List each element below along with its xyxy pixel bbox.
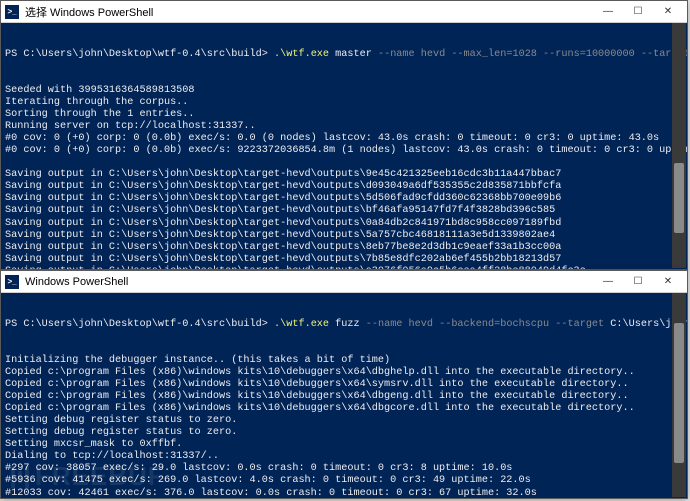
output-line: Saving output in C:\Users\john\Desktop\t… xyxy=(5,205,683,217)
cmd-exe: .\wtf.exe xyxy=(274,319,329,330)
output-line: Running server on tcp://localhost:31337.… xyxy=(5,121,683,133)
powershell-window-master: >_ 选择 Windows PowerShell — ☐ ✕ PS C:\Use… xyxy=(0,0,688,270)
output-line: Saving output in C:\Users\john\Desktop\t… xyxy=(5,181,683,193)
output-line: Saving output in C:\Users\john\Desktop\t… xyxy=(5,218,683,230)
output-line: #5936 cov: 41475 exec/s: 269.0 lastcov: … xyxy=(5,475,683,487)
output-line: Saving output in C:\Users\john\Desktop\t… xyxy=(5,254,683,266)
titlebar[interactable]: >_ 选择 Windows PowerShell — ☐ ✕ xyxy=(1,1,687,23)
window-controls: — ☐ ✕ xyxy=(593,272,683,292)
prompt-prefix: PS xyxy=(5,49,23,60)
scroll-thumb[interactable] xyxy=(674,163,684,233)
minimize-button[interactable]: — xyxy=(593,2,623,22)
output-line: Saving output in C:\Users\john\Desktop\t… xyxy=(5,169,683,181)
output-line: Dialing to tcp://localhost:31337/.. xyxy=(5,451,683,463)
output-line: Setting mxcsr_mask to 0xffbf. xyxy=(5,439,683,451)
output-line: Copied c:\program Files (x86)\windows ki… xyxy=(5,403,683,415)
cmd-mode: master xyxy=(329,49,378,60)
window-title: 选择 Windows PowerShell xyxy=(25,4,593,20)
output-line: Seeded with 3995316364589813508 xyxy=(5,85,683,97)
output-line: #297 cov: 38057 exec/s: 29.0 lastcov: 0.… xyxy=(5,463,683,475)
output-line: Saving output in C:\Users\john\Desktop\t… xyxy=(5,230,683,242)
maximize-button[interactable]: ☐ xyxy=(623,272,653,292)
close-button[interactable]: ✕ xyxy=(653,2,683,22)
output-line: Copied c:\program Files (x86)\windows ki… xyxy=(5,379,683,391)
terminal-output[interactable]: PS C:\Users\john\Desktop\wtf-0.4\src\bui… xyxy=(1,23,687,269)
output-line: Setting debug register status to zero. xyxy=(5,427,683,439)
window-controls: — ☐ ✕ xyxy=(593,2,683,22)
output-line: Saving output in C:\Users\john\Desktop\t… xyxy=(5,193,683,205)
powershell-icon: >_ xyxy=(5,5,19,19)
powershell-window-fuzz: >_ Windows PowerShell — ☐ ✕ PS C:\Users\… xyxy=(0,270,688,499)
output-line: Copied c:\program Files (x86)\windows ki… xyxy=(5,391,683,403)
output-line: Copied c:\program Files (x86)\windows ki… xyxy=(5,367,683,379)
minimize-button[interactable]: — xyxy=(593,272,623,292)
prompt-path: C:\Users\john\Desktop\wtf-0.4\src\build xyxy=(23,49,261,60)
close-button[interactable]: ✕ xyxy=(653,272,683,292)
output-line xyxy=(5,157,683,169)
output-line: #12033 cov: 42461 exec/s: 376.0 lastcov:… xyxy=(5,488,683,499)
prompt-line: PS C:\Users\john\Desktop\wtf-0.4\src\bui… xyxy=(5,49,683,61)
cmd-mode: fuzz xyxy=(329,319,366,330)
prompt-prefix: PS xyxy=(5,319,23,330)
prompt-sep: > xyxy=(262,319,274,330)
cmd-exe: .\wtf.exe xyxy=(274,49,329,60)
prompt-path: C:\Users\john\Desktop\wtf-0.4\src\build xyxy=(23,319,261,330)
powershell-icon: >_ xyxy=(5,275,19,289)
cmd-flags: --name hevd --max_len=1028 --runs=100000… xyxy=(378,49,687,60)
output-line: Initializing the debugger instance.. (th… xyxy=(5,355,683,367)
maximize-button[interactable]: ☐ xyxy=(623,2,653,22)
cmd-flags: --name hevd --backend=bochscpu --target xyxy=(366,319,604,330)
scrollbar[interactable] xyxy=(672,293,686,497)
scrollbar[interactable] xyxy=(672,23,686,268)
output-line: Saving output in C:\Users\john\Desktop\t… xyxy=(5,266,683,269)
titlebar[interactable]: >_ Windows PowerShell — ☐ ✕ xyxy=(1,271,687,293)
prompt-line: PS C:\Users\john\Desktop\wtf-0.4\src\bui… xyxy=(5,319,683,331)
output-line: Sorting through the 1 entries.. xyxy=(5,109,683,121)
window-title: Windows PowerShell xyxy=(25,276,593,288)
output-line: Iterating through the corpus.. xyxy=(5,97,683,109)
output-line: Setting debug register status to zero. xyxy=(5,415,683,427)
terminal-output[interactable]: PS C:\Users\john\Desktop\wtf-0.4\src\bui… xyxy=(1,293,687,498)
output-line: #0 cov: 0 (+0) corp: 0 (0.0b) exec/s: 92… xyxy=(5,145,683,157)
output-line: #0 cov: 0 (+0) corp: 0 (0.0b) exec/s: 0.… xyxy=(5,133,683,145)
prompt-sep: > xyxy=(262,49,274,60)
scroll-thumb[interactable] xyxy=(674,323,684,463)
output-line: Saving output in C:\Users\john\Desktop\t… xyxy=(5,242,683,254)
